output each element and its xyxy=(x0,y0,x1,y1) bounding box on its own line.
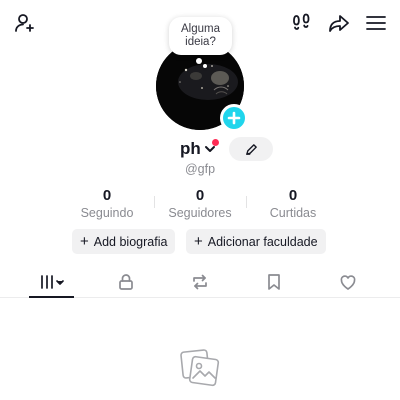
plus-icon xyxy=(227,111,241,125)
add-bio-label: Add biografia xyxy=(93,234,168,249)
stat-following-value: 0 xyxy=(102,187,112,204)
plus-icon: + xyxy=(80,233,89,250)
menu-icon[interactable] xyxy=(362,9,390,37)
tab-saved[interactable] xyxy=(238,266,310,298)
idea-bubble-text: Alguma ideia? xyxy=(181,23,220,49)
stat-following-label: Seguindo xyxy=(80,206,134,220)
tab-reposts[interactable] xyxy=(164,266,236,298)
content-tabs xyxy=(0,266,400,298)
add-photo-button[interactable] xyxy=(220,104,248,132)
stat-divider xyxy=(154,196,155,208)
add-school-button[interactable]: + Adicionar faculdade xyxy=(186,229,326,254)
plus-icon: + xyxy=(194,233,203,250)
footprints-icon[interactable] xyxy=(288,9,316,37)
heart-icon xyxy=(340,275,356,290)
tab-videos[interactable] xyxy=(16,266,88,298)
stat-likes-label: Curtidas xyxy=(269,206,317,220)
grid-icon xyxy=(41,275,64,289)
edit-profile-button[interactable] xyxy=(229,137,273,161)
stat-followers-label: Seguidores xyxy=(168,206,232,220)
add-school-label: Adicionar faculdade xyxy=(207,234,318,249)
stat-likes-value: 0 xyxy=(288,187,298,204)
avatar-container xyxy=(156,42,248,132)
add-user-icon[interactable] xyxy=(11,9,39,37)
tab-liked[interactable] xyxy=(312,266,384,298)
photos-icon xyxy=(178,345,222,389)
bubble-tail-dot xyxy=(196,58,202,64)
stat-followers[interactable]: 0 Seguidores xyxy=(154,187,246,221)
idea-bubble-line2: ideia? xyxy=(185,36,216,48)
profile-handle: @gfp xyxy=(184,162,216,176)
stat-following[interactable]: 0 Seguindo xyxy=(61,187,153,221)
stats-row: 0 Seguindo 0 Seguidores 0 Curtidas xyxy=(0,187,400,223)
stat-followers-value: 0 xyxy=(195,187,205,204)
idea-bubble-line1: Alguma xyxy=(181,23,220,35)
repost-icon xyxy=(193,274,207,290)
profile-name: ph xyxy=(180,139,201,158)
bubble-tail-dot-small xyxy=(203,64,207,68)
notification-dot xyxy=(212,139,219,146)
active-tab-indicator xyxy=(29,296,74,298)
idea-bubble[interactable]: Alguma ideia? xyxy=(169,17,232,55)
pencil-icon xyxy=(245,143,257,155)
share-icon[interactable] xyxy=(325,9,353,37)
lock-icon xyxy=(119,274,133,290)
bookmark-icon xyxy=(268,274,280,290)
stat-divider xyxy=(246,196,247,208)
tab-private[interactable] xyxy=(90,266,162,298)
stat-likes[interactable]: 0 Curtidas xyxy=(247,187,339,221)
account-switcher[interactable]: ph xyxy=(180,139,216,159)
add-bio-button[interactable]: + Add biografia xyxy=(72,229,176,254)
